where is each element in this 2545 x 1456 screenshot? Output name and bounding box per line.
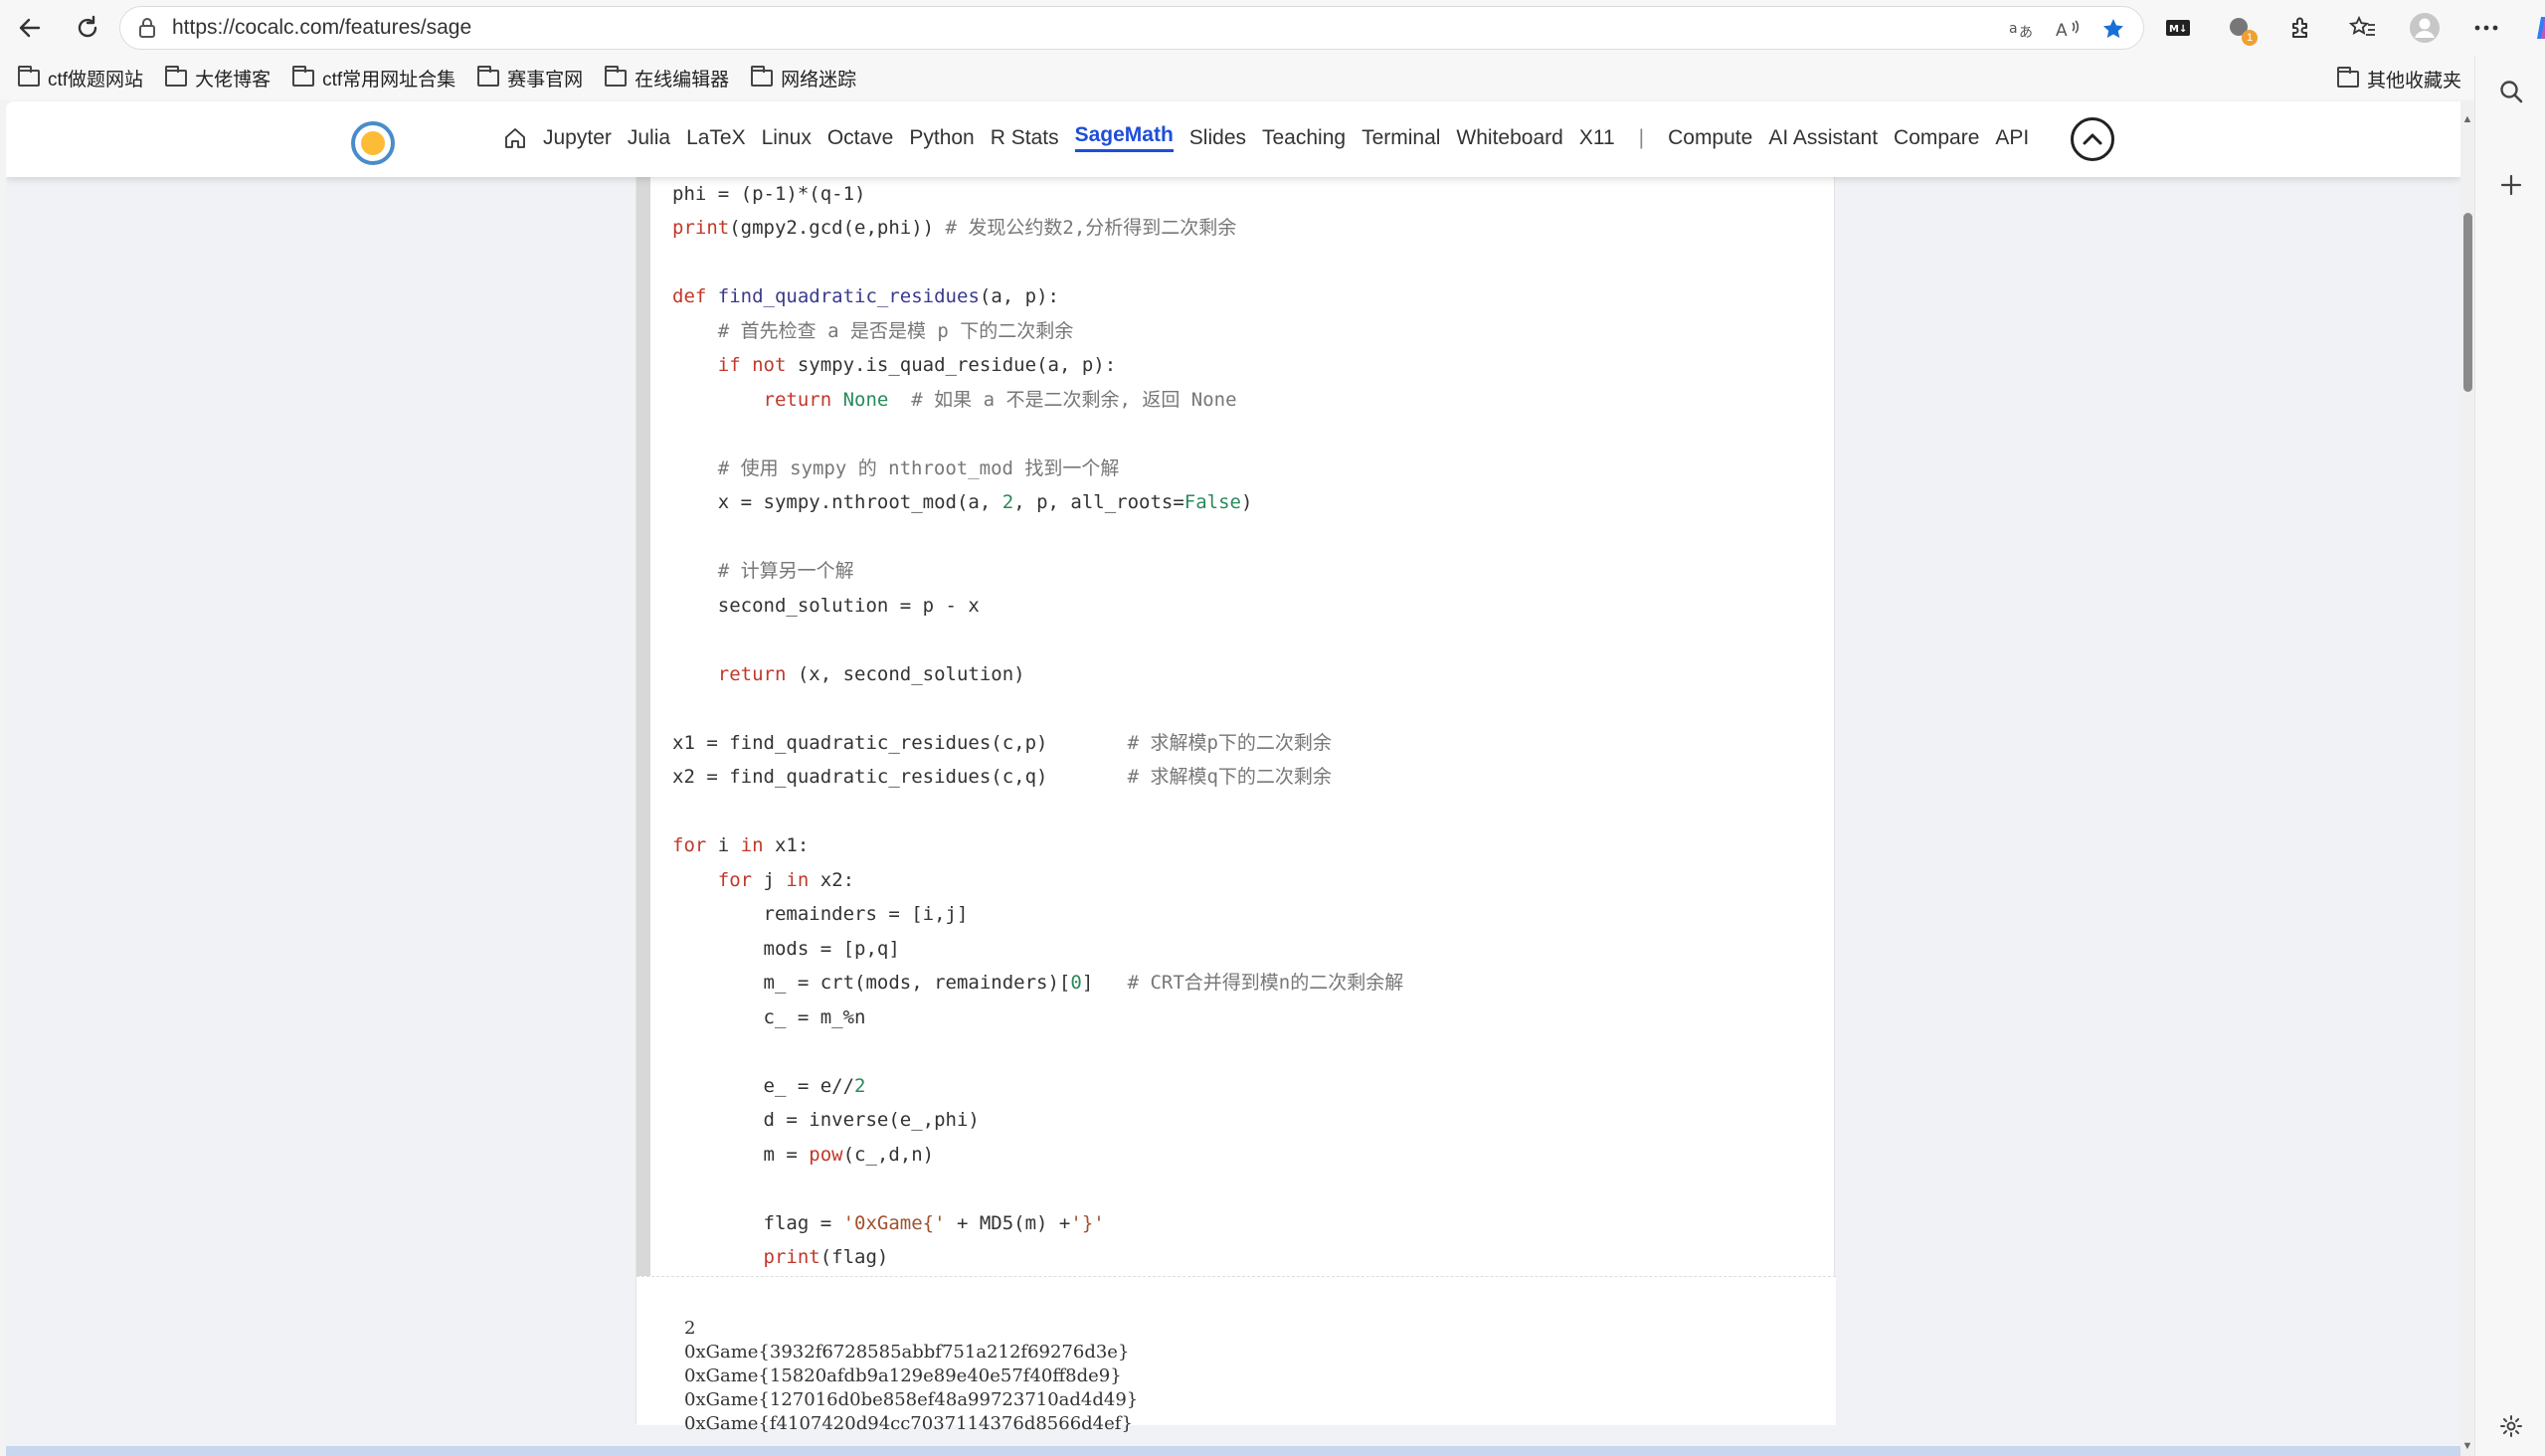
refresh-icon <box>78 15 97 38</box>
folder-icon <box>18 65 40 87</box>
scrollbar-thumb[interactable] <box>2463 213 2472 392</box>
nav-r-stats[interactable]: R Stats <box>991 126 1059 150</box>
search-icon[interactable] <box>2495 76 2527 107</box>
cocalc-header: Jupyter Julia LaTeX Linux Octave Python … <box>6 101 2460 177</box>
bookmark-folder[interactable]: 大佬博客 <box>165 65 271 91</box>
cell-output: 2 0xGame{3932f6728585abbf751a212f69276d3e… <box>636 1276 1836 1434</box>
svg-text:M↓: M↓ <box>2169 24 2187 35</box>
notification-badge: 1 <box>2242 30 2258 46</box>
nav-octave[interactable]: Octave <box>827 126 894 150</box>
output-line: 0xGame{127016d0be858ef48a99723710ad4d49} <box>684 1389 1139 1410</box>
extension-badge-icon[interactable]: 1 <box>2220 8 2260 48</box>
favorites-icon[interactable] <box>2343 8 2383 48</box>
folder-icon <box>605 65 628 87</box>
translate-icon[interactable]: aあ <box>2006 14 2038 44</box>
edge-sidebar <box>2474 56 2545 1456</box>
nav-ai-assistant[interactable]: AI Assistant <box>1768 126 1878 150</box>
nav-x11[interactable]: X11 <box>1579 126 1615 150</box>
back-arrow-icon <box>19 18 41 38</box>
page-bottom-strip <box>6 1446 2460 1456</box>
svg-text:あ: あ <box>2019 25 2033 40</box>
bookmark-folder[interactable]: ctf常用网址合集 <box>292 65 455 91</box>
scroll-up-arrow-icon[interactable]: ▲ <box>2461 113 2473 125</box>
nav-api[interactable]: API <box>1995 126 2029 150</box>
copilot-icon[interactable] <box>2528 8 2545 48</box>
cell-input-gutter <box>636 102 650 1276</box>
favorite-star-icon[interactable] <box>2097 14 2129 44</box>
svg-text:A: A <box>2056 21 2068 40</box>
nav-sagemath[interactable]: SageMath <box>1074 123 1174 152</box>
bookmark-folder[interactable]: 在线编辑器 <box>605 65 729 91</box>
nav-linux[interactable]: Linux <box>762 126 812 150</box>
extensions-puzzle-icon[interactable] <box>2281 8 2321 48</box>
bookmark-folder[interactable]: ctf做题网站 <box>18 65 143 91</box>
scroll-down-arrow-icon[interactable]: ▼ <box>2461 1440 2473 1452</box>
markdown-extension-icon[interactable]: M↓ <box>2158 8 2198 48</box>
nav-separator: | <box>1638 125 1645 149</box>
bookmark-folder[interactable]: 赛事官网 <box>477 65 583 91</box>
bookmark-folder[interactable]: 网络迷踪 <box>751 65 856 91</box>
nav-terminal[interactable]: Terminal <box>1362 126 1440 150</box>
nav-slides[interactable]: Slides <box>1189 126 1246 150</box>
add-sidebar-app-icon[interactable] <box>2495 169 2527 201</box>
home-icon[interactable] <box>503 126 527 150</box>
read-aloud-icon[interactable]: A <box>2052 14 2084 44</box>
features-nav: Jupyter Julia LaTeX Linux Octave Python … <box>503 123 2029 152</box>
output-line: 0xGame{f4107420d94cc7037114376d8566d4ef} <box>684 1413 1133 1434</box>
sidebar-settings-icon[interactable] <box>2495 1410 2527 1442</box>
other-bookmarks-folder[interactable]: 其他收藏夹 <box>2336 66 2461 92</box>
nav-teaching[interactable]: Teaching <box>1262 126 1346 150</box>
nav-compute[interactable]: Compute <box>1668 126 1752 150</box>
nav-latex[interactable]: LaTeX <box>686 126 746 150</box>
page-viewport: Jupyter Julia LaTeX Linux Octave Python … <box>6 101 2460 1456</box>
cocalc-logo-icon[interactable] <box>351 121 395 165</box>
back-button[interactable] <box>10 8 50 48</box>
svg-text:a: a <box>2009 21 2018 37</box>
folder-icon <box>751 65 774 87</box>
nav-jupyter[interactable]: Jupyter <box>543 126 612 150</box>
page-scrollbar[interactable]: ▲ ▼ <box>2460 101 2474 1456</box>
lock-icon[interactable] <box>134 15 160 41</box>
folder-icon <box>2336 67 2359 88</box>
code-editor[interactable]: phi = (p-1)*(q-1) print(gmpy2.gcd(e,phi))… <box>672 142 1403 1344</box>
url-text[interactable]: https://cocalc.com/features/sage <box>172 16 471 40</box>
output-line: 0xGame{3932f6728585abbf751a212f69276d3e} <box>684 1342 1130 1363</box>
nav-compare[interactable]: Compare <box>1894 126 1979 150</box>
scroll-to-top-button[interactable] <box>2071 117 2114 161</box>
nav-python[interactable]: Python <box>909 126 974 150</box>
nav-whiteboard[interactable]: Whiteboard <box>1456 126 1562 150</box>
nav-julia[interactable]: Julia <box>628 126 670 150</box>
output-line: 2 <box>684 1318 696 1339</box>
address-bar[interactable]: https://cocalc.com/features/sage aあ A <box>119 6 2144 50</box>
sage-code-cell[interactable]: phi = (p-1)*(q-1) print(gmpy2.gcd(e,phi))… <box>636 101 1836 1434</box>
output-line: 0xGame{15820afdb9a129e89e40e57f40ff8de9} <box>684 1365 1122 1386</box>
more-menu-icon[interactable] <box>2466 8 2506 48</box>
bookmarks-bar: ctf做题网站 大佬博客 ctf常用网址合集 赛事官网 在线编辑器 网络迷踪 其… <box>0 56 2545 99</box>
folder-icon <box>292 65 315 87</box>
chevron-up-icon <box>2083 133 2102 145</box>
refresh-button[interactable] <box>68 8 107 48</box>
profile-avatar-icon[interactable] <box>2405 8 2445 48</box>
folder-icon <box>477 65 500 87</box>
folder-icon <box>165 65 188 87</box>
browser-toolbar: https://cocalc.com/features/sage aあ A M↓… <box>0 0 2545 56</box>
